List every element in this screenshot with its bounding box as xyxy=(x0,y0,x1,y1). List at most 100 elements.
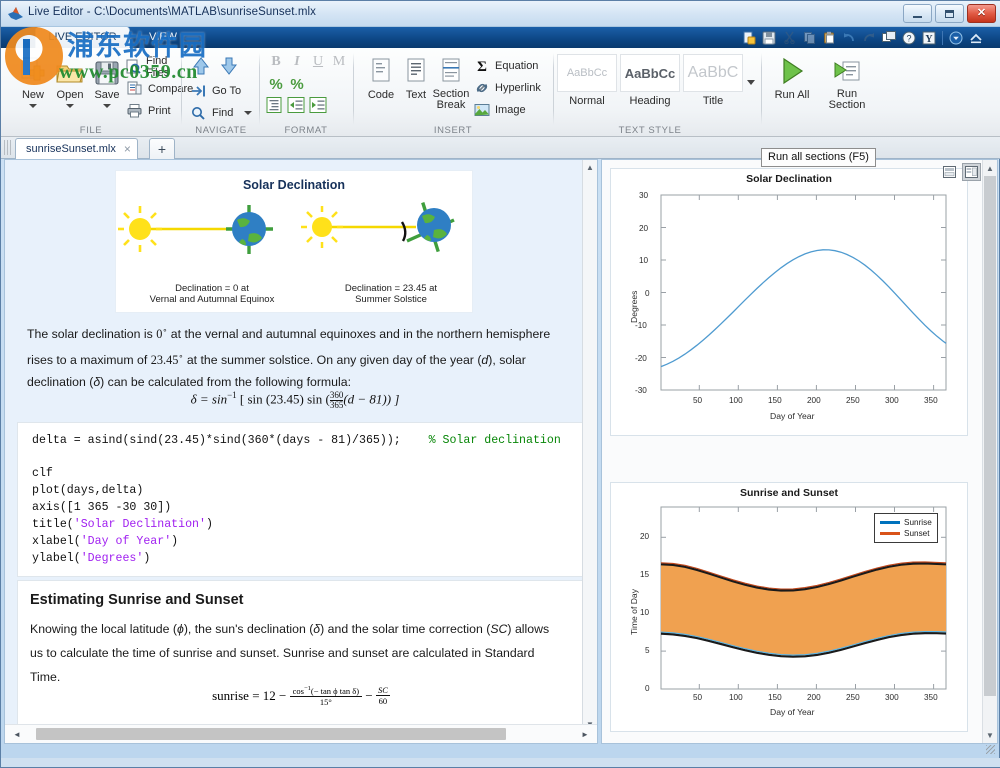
find-button[interactable]: Find xyxy=(188,102,253,123)
code-1-comment: % Solar declination xyxy=(428,434,561,447)
tab-view[interactable]: VIEW xyxy=(131,27,195,48)
ribbon-group-run: Run All Run Section xyxy=(763,48,883,137)
more-styles-button[interactable] xyxy=(747,80,755,85)
close-tab-icon[interactable]: × xyxy=(124,143,131,155)
matlab-y-icon[interactable]: Y xyxy=(920,29,938,46)
collapse-ribbon-icon[interactable] xyxy=(967,29,985,46)
code-line-8: ylabel('Degrees') xyxy=(32,551,150,568)
hyperlink-button[interactable]: Hyperlink xyxy=(471,77,541,98)
scroll-right-icon[interactable]: ► xyxy=(579,728,591,740)
group-label-text-style: TEXT STYLE xyxy=(618,125,682,136)
chart2-xtick-300: 300 xyxy=(885,693,899,702)
eq1-frac-den: 365 xyxy=(329,399,344,410)
help-icon[interactable]: ? xyxy=(900,29,918,46)
eq2-lhs: sunrise = 12 − xyxy=(212,687,287,703)
editor-vertical-scrollbar[interactable]: ▲ ▼ xyxy=(582,160,597,731)
chevron-down-icon[interactable] xyxy=(29,104,37,108)
maximize-button[interactable] xyxy=(935,4,964,23)
go-up-button[interactable] xyxy=(191,56,211,81)
chart1-title: Solar Declination xyxy=(746,173,832,185)
chart1-xtick-350: 350 xyxy=(924,396,938,405)
print-button[interactable]: Print xyxy=(124,100,171,121)
group-label-format: FORMAT xyxy=(284,125,328,136)
window-resize-grip[interactable] xyxy=(986,745,995,754)
tab-live-editor[interactable]: LIVE EDITOR xyxy=(35,27,130,48)
qat-separator xyxy=(942,30,943,45)
scroll-up-icon[interactable]: ▲ xyxy=(583,160,597,174)
code-6-str: 'Solar Declination' xyxy=(73,518,206,531)
image-button[interactable]: Image xyxy=(471,99,526,120)
paste-icon[interactable] xyxy=(820,29,838,46)
go-down-button[interactable] xyxy=(219,56,239,81)
editor-horizontal-scrollbar[interactable]: ◄ ► xyxy=(5,724,597,743)
find-files-button[interactable]: Find Files xyxy=(124,55,181,79)
chevron-down-icon[interactable] xyxy=(244,110,253,115)
underline-icon: U xyxy=(312,54,324,69)
close-button[interactable]: ✕ xyxy=(967,4,996,23)
chevron-down-icon[interactable] xyxy=(103,104,111,108)
eq2-frac1-den: 15° xyxy=(319,696,332,707)
section-break-button[interactable]: Section Break xyxy=(427,53,475,111)
group-label-insert: INSERT xyxy=(433,125,473,136)
chart2-xlabel: Day of Year xyxy=(770,707,815,717)
chart2-xtick-350: 350 xyxy=(924,693,938,702)
chevron-down-icon[interactable] xyxy=(66,104,74,108)
go-to-button[interactable]: Go To xyxy=(188,80,241,101)
tabbar-gripper[interactable] xyxy=(4,140,11,155)
illustration-title: Solar Declination xyxy=(242,178,346,192)
output-scroll-down-icon[interactable]: ▼ xyxy=(983,728,997,742)
comment-icon[interactable]: % xyxy=(266,74,286,94)
run-all-button[interactable]: Run All xyxy=(766,53,818,101)
new-script-icon[interactable] xyxy=(740,29,758,46)
figure-sunrise-sunset[interactable]: Sunrise and Sunset Sunrise Sunset 0 5 10… xyxy=(610,482,968,732)
customize-icon[interactable] xyxy=(947,29,965,46)
minimize-button[interactable] xyxy=(903,4,932,23)
decrease-indent-button[interactable] xyxy=(309,96,327,119)
style-heading-button[interactable]: AaBbCc Heading xyxy=(620,54,680,107)
new-tab-button[interactable]: + xyxy=(149,138,175,159)
eq1-body: [ sin (23.45) sin ( xyxy=(239,391,330,407)
chart1-ylabel: Degrees xyxy=(629,290,639,323)
code-line-5: axis([1 365 -30 30]) xyxy=(32,501,172,514)
output-layout-toolbar xyxy=(940,163,981,181)
save-icon[interactable] xyxy=(760,29,778,46)
uncomment-icon[interactable]: % xyxy=(287,74,307,94)
increase-indent-button[interactable] xyxy=(287,96,305,119)
chart2-title: Sunrise and Sunset xyxy=(739,487,839,499)
output-right-icon[interactable] xyxy=(962,163,981,181)
code-block[interactable]: delta = asind(sind(23.45)*sind(360*(days… xyxy=(17,422,585,577)
go-to-label: Go To xyxy=(212,84,242,97)
live-editor-pane: Solar Declination Declination = 0 at Ver… xyxy=(4,159,598,744)
output-vertical-scrollbar[interactable]: ▲ ▼ xyxy=(982,160,997,743)
eq2-fraction-1: cos−1(− tan ϕ tan δ) 15° xyxy=(289,685,363,707)
code-line-3: clf xyxy=(32,467,53,480)
illustration-graphic xyxy=(118,202,455,254)
eq1-fraction: 360 365 xyxy=(329,390,344,410)
equation-button[interactable]: Σ Equation xyxy=(471,55,539,76)
eq2-cos-rest: (− tan ϕ tan δ) xyxy=(310,685,360,696)
run-section-button[interactable]: Run Section xyxy=(819,53,875,111)
figure-solar-declination[interactable]: Solar Declination 30 20 10 0 -10 -20 -30… xyxy=(610,168,968,436)
group-separator xyxy=(553,53,554,125)
chart2-xtick-50: 50 xyxy=(693,693,703,702)
undo-icon[interactable] xyxy=(840,29,858,46)
chart2-ytick-10: 10 xyxy=(640,608,650,617)
eq2-frac2-den: 60 xyxy=(378,696,388,707)
style-title-button[interactable]: AaBbC Title xyxy=(683,54,743,107)
hscroll-thumb[interactable] xyxy=(36,728,506,740)
document-tab-label: sunriseSunset.mlx xyxy=(26,143,116,155)
smart-indent-button[interactable] xyxy=(265,96,283,119)
scroll-left-icon[interactable]: ◄ xyxy=(11,728,23,740)
close-icon: ✕ xyxy=(976,7,987,19)
document-tab-sunrisesunset[interactable]: sunriseSunset.mlx × xyxy=(15,138,138,159)
output-inline-icon[interactable] xyxy=(940,163,959,181)
output-scroll-thumb[interactable] xyxy=(984,176,996,696)
eq1-exp: −1 xyxy=(227,390,237,400)
quick-access-toolbar: ? Y xyxy=(740,28,985,47)
output-scroll-up-icon[interactable]: ▲ xyxy=(983,161,997,175)
sec2-seg2: ), the sun's declination ( xyxy=(183,622,314,636)
style-normal-button[interactable]: AaBbCc Normal xyxy=(557,54,617,107)
group-label-navigate: NAVIGATE xyxy=(195,125,247,136)
italic-icon: I xyxy=(294,54,300,69)
switch-window-icon[interactable] xyxy=(880,29,898,46)
